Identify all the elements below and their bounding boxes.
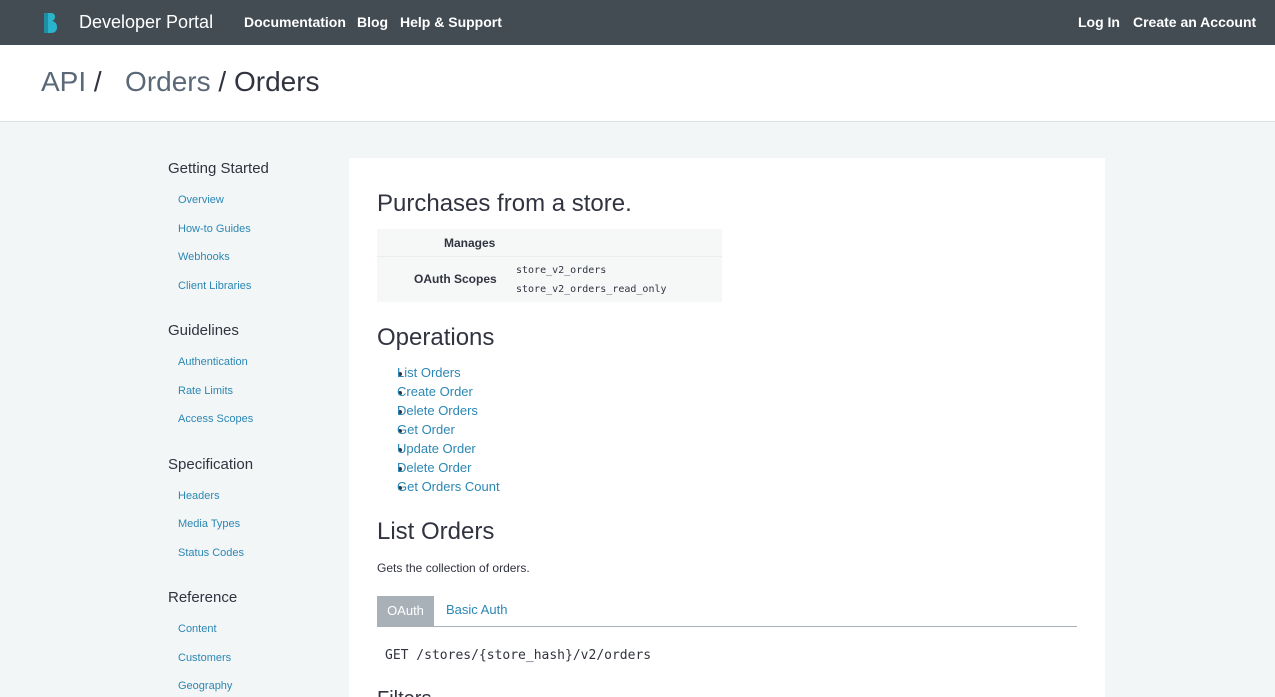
endpoint-code: GET /stores/{store_hash}/v2/orders [385,648,652,663]
nav-documentation[interactable]: Documentation [244,14,346,30]
filters-heading: Filters [377,688,431,697]
sidebar-item-customers[interactable]: Customers [178,652,231,664]
sidebar-item-geography[interactable]: Geography [178,680,232,692]
sidebar-item-authentication[interactable]: Authentication [178,356,248,368]
login-link[interactable]: Log In [1078,14,1120,30]
sidebar-item-webhooks[interactable]: Webhooks [178,251,230,263]
sidebar-item-how-to-guides[interactable]: How-to Guides [178,223,251,235]
tab-oauth[interactable]: OAuth [377,596,434,626]
scope-value: store_v2_orders [516,265,607,276]
breadcrumb-api[interactable]: API [41,66,86,97]
operation-link-get-order[interactable]: Get Order [397,422,455,437]
breadcrumb-orders-section[interactable]: Orders [125,66,211,97]
sidebar-item-headers[interactable]: Headers [178,490,220,502]
operations-heading: Operations [377,324,495,351]
sidebar-group-specification: Specification [168,456,254,473]
page-header: API / Orders / Orders [0,45,1275,122]
breadcrumb-current: Orders [233,66,320,97]
scope-value: store_v2_orders_read_only [516,284,667,295]
sidebar-item-status-codes[interactable]: Status Codes [178,547,244,559]
create-account-link[interactable]: Create an Account [1133,14,1256,30]
operation-link-get-orders-count[interactable]: Get Orders Count [397,479,500,494]
main-content: Purchases from a store. Manages OAuth Sc… [349,158,1105,697]
nav-blog[interactable]: Blog [357,14,388,30]
operation-link-delete-orders[interactable]: Delete Orders [397,403,478,418]
resource-title: Purchases from a store. [377,190,632,217]
list-orders-heading: List Orders [377,518,495,545]
sidebar-item-access-scopes[interactable]: Access Scopes [178,413,253,425]
sidebar-group-reference: Reference [168,589,238,606]
operation-link-create-order[interactable]: Create Order [397,384,473,399]
nav-help-support[interactable]: Help & Support [400,14,502,30]
brand-logo-icon[interactable] [42,12,60,34]
sidebar-item-media-types[interactable]: Media Types [178,518,240,530]
tab-basic-auth[interactable]: Basic Auth [446,602,507,617]
sidebar-item-client-libraries[interactable]: Client Libraries [178,280,251,292]
breadcrumb: API / Orders / Orders [41,66,320,98]
operation-link-update-order[interactable]: Update Order [397,441,476,456]
operation-link-delete-order[interactable]: Delete Order [397,460,471,475]
breadcrumb-separator: / [218,66,227,97]
breadcrumb-separator: / [93,66,102,97]
meta-divider [377,256,722,257]
resource-meta-table: Manages OAuth Scopes store_v2_orders sto… [377,229,722,302]
sidebar-item-rate-limits[interactable]: Rate Limits [178,385,233,397]
sidebar-item-overview[interactable]: Overview [178,194,224,206]
operation-link-list-orders[interactable]: List Orders [397,365,461,380]
oauth-scopes-label: OAuth Scopes [414,272,497,286]
brand-title[interactable]: Developer Portal [79,12,213,33]
sidebar-item-content[interactable]: Content [178,623,217,635]
sidebar-group-getting-started: Getting Started [168,160,269,177]
manages-label: Manages [444,236,496,250]
tabs-divider [377,626,1077,627]
sidebar-group-guidelines: Guidelines [168,322,239,339]
top-nav: Developer Portal Documentation Blog Help… [0,0,1275,45]
list-orders-description: Gets the collection of orders. [377,561,530,575]
